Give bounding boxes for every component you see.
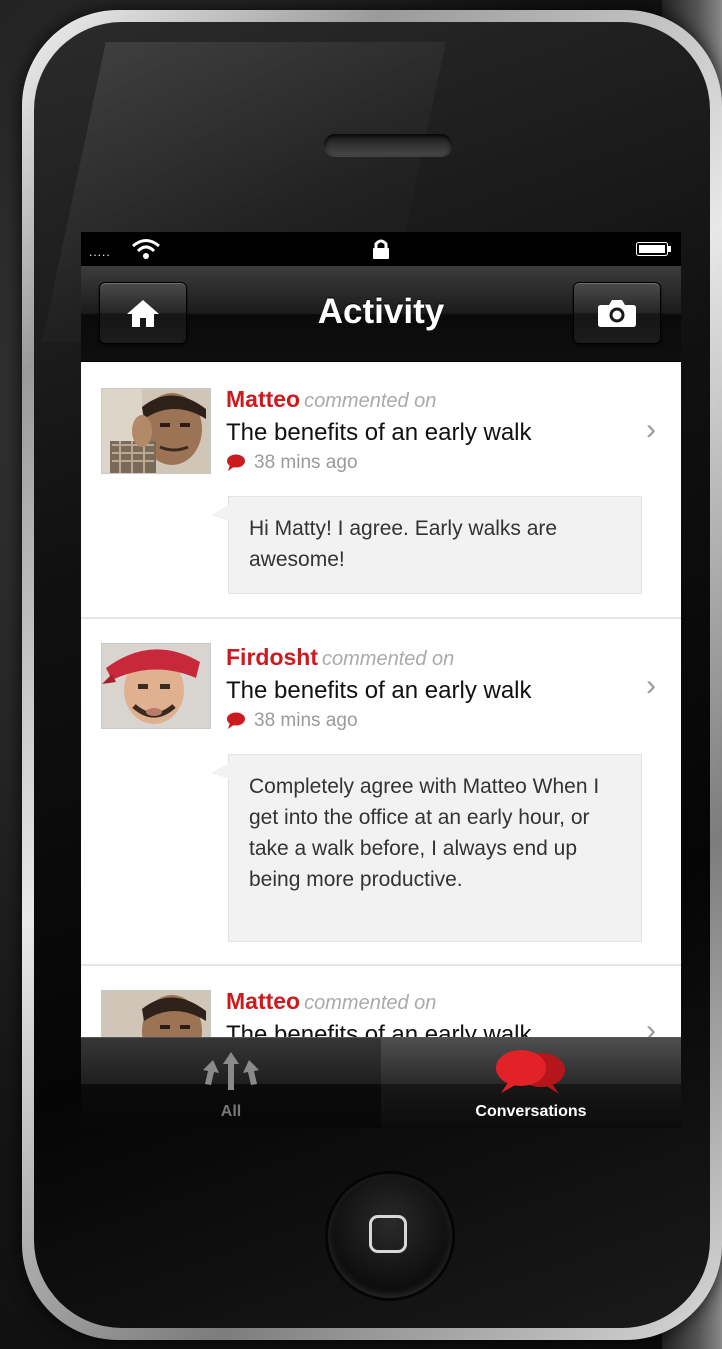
avatar [101, 990, 211, 1037]
comment-author: Matteo commented on [226, 988, 436, 1015]
home-button[interactable] [328, 1174, 452, 1298]
home-nav-button[interactable] [99, 282, 187, 344]
author-name[interactable]: Firdosht [226, 644, 318, 670]
post-title[interactable]: The benefits of an early walk [226, 677, 532, 705]
comment-author: Firdosht commented on [226, 644, 454, 671]
author-name[interactable]: Matteo [226, 988, 300, 1014]
chevron-right-icon[interactable]: › [646, 413, 656, 447]
wifi-icon [132, 239, 160, 259]
avatar [101, 643, 211, 729]
time-ago: 38 mins ago [254, 710, 358, 731]
chevron-right-icon[interactable]: › [646, 669, 656, 703]
battery-icon [636, 242, 671, 256]
page-title: Activity [317, 292, 445, 331]
tab-conversations[interactable]: Conversations [381, 1038, 681, 1128]
timestamp: 38 mins ago [226, 710, 358, 732]
avatar-photo-firdosht [102, 644, 210, 728]
timestamp: 38 mins ago [226, 452, 358, 474]
camera-icon [598, 300, 636, 327]
signal-strength: ..... [89, 245, 111, 259]
author-name[interactable]: Matteo [226, 386, 300, 412]
app-screen: ..... Activity Matteo commented on The b… [81, 232, 681, 1128]
comment-action: commented on [304, 390, 437, 412]
all-arrows-icon [203, 1052, 259, 1090]
comment-action: commented on [304, 992, 437, 1014]
navigation-bar: Activity [81, 266, 681, 362]
feed-item[interactable]: Firdosht commented on The benefits of an … [81, 619, 681, 966]
feed-item[interactable]: Matteo commented on The benefits of an ea… [81, 361, 681, 619]
status-bar: ..... [81, 232, 681, 266]
home-icon [127, 300, 159, 327]
speech-bubble-icon [227, 454, 245, 471]
home-square-icon [369, 1215, 407, 1253]
feed-item[interactable]: Matteo commented on The benefits of an ea… [81, 966, 681, 1037]
avatar-photo-matteo [102, 991, 210, 1037]
camera-button[interactable] [573, 282, 661, 344]
earpiece-speaker [324, 134, 452, 156]
tab-bar: All Conversations [81, 1037, 681, 1128]
post-title[interactable]: The benefits of an early walk [226, 419, 532, 447]
comment-bubble: Completely agree with Matteo When I get … [211, 754, 642, 942]
comment-action: commented on [322, 648, 455, 670]
tab-label: All [220, 1103, 242, 1120]
avatar-photo-matteo [102, 389, 210, 473]
comment-text: Completely agree with Matteo When I get … [249, 775, 600, 891]
lock-icon [373, 239, 389, 259]
time-ago: 38 mins ago [254, 452, 358, 473]
activity-feed: Matteo commented on The benefits of an ea… [81, 361, 681, 1037]
bubble-tail [211, 763, 229, 779]
speech-bubble-icon [227, 712, 245, 729]
conversations-icon [496, 1050, 565, 1094]
tab-label: Conversations [475, 1103, 587, 1120]
tab-all[interactable]: All [81, 1038, 381, 1128]
comment-text: Hi Matty! I agree. Early walks are aweso… [249, 517, 558, 571]
bubble-tail [211, 505, 229, 521]
comment-author: Matteo commented on [226, 386, 436, 413]
comment-bubble: Hi Matty! I agree. Early walks are aweso… [211, 496, 642, 594]
chevron-right-icon[interactable]: › [646, 1014, 656, 1037]
avatar [101, 388, 211, 474]
post-title[interactable]: The benefits of an early walk [226, 1021, 532, 1037]
